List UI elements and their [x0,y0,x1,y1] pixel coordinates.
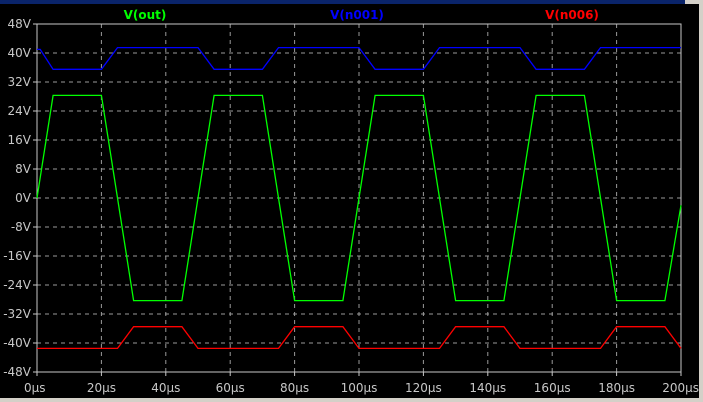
y-tick-label: 48V [8,17,32,31]
x-tick-label: 120µs [405,381,442,395]
y-tick-label: 40V [8,46,32,60]
y-tick-label: 8V [15,162,32,176]
x-tick-label: 40µs [151,381,180,395]
x-tick-label: 20µs [87,381,116,395]
y-tick-label: -32V [3,307,32,321]
x-tick-label: 0µs [24,381,46,395]
y-tick-label: 16V [8,133,32,147]
legend-label[interactable]: V(out) [124,8,167,22]
y-tick-label: 0V [15,191,32,205]
x-tick-label: 200µs [662,381,699,395]
x-tick-label: 60µs [216,381,245,395]
x-axis-ticks: 0µs 20µs 40µs 60µs 80µs 100µs 120µs 140µs 160µs 1… [24,372,699,395]
x-tick-label: 80µs [280,381,309,395]
y-tick-label: 24V [8,104,32,118]
plot-legend: V(out) V(n001) V(n006) [124,8,599,22]
x-tick-label: 160µs [534,381,571,395]
x-tick-label: 100µs [341,381,378,395]
y-tick-label: -8V [11,220,32,234]
waveform-chart[interactable]: 48V 40V 32V 24V 16V 8V 0V -8V -16V -24V -32V -40V -4… [0,0,703,402]
y-tick-label: -40V [3,336,32,350]
legend-label[interactable]: V(n001) [330,8,384,22]
y-tick-label: -16V [3,249,32,263]
x-tick-label: 180µs [598,381,635,395]
y-tick-label: -48V [3,365,32,379]
legend-label[interactable]: V(n006) [545,8,599,22]
y-tick-label: -24V [3,278,32,292]
y-tick-label: 32V [8,75,32,89]
y-axis-ticks: 48V 40V 32V 24V 16V 8V 0V -8V -16V -24V -32V -40V -4… [3,17,37,379]
x-tick-label: 140µs [469,381,506,395]
